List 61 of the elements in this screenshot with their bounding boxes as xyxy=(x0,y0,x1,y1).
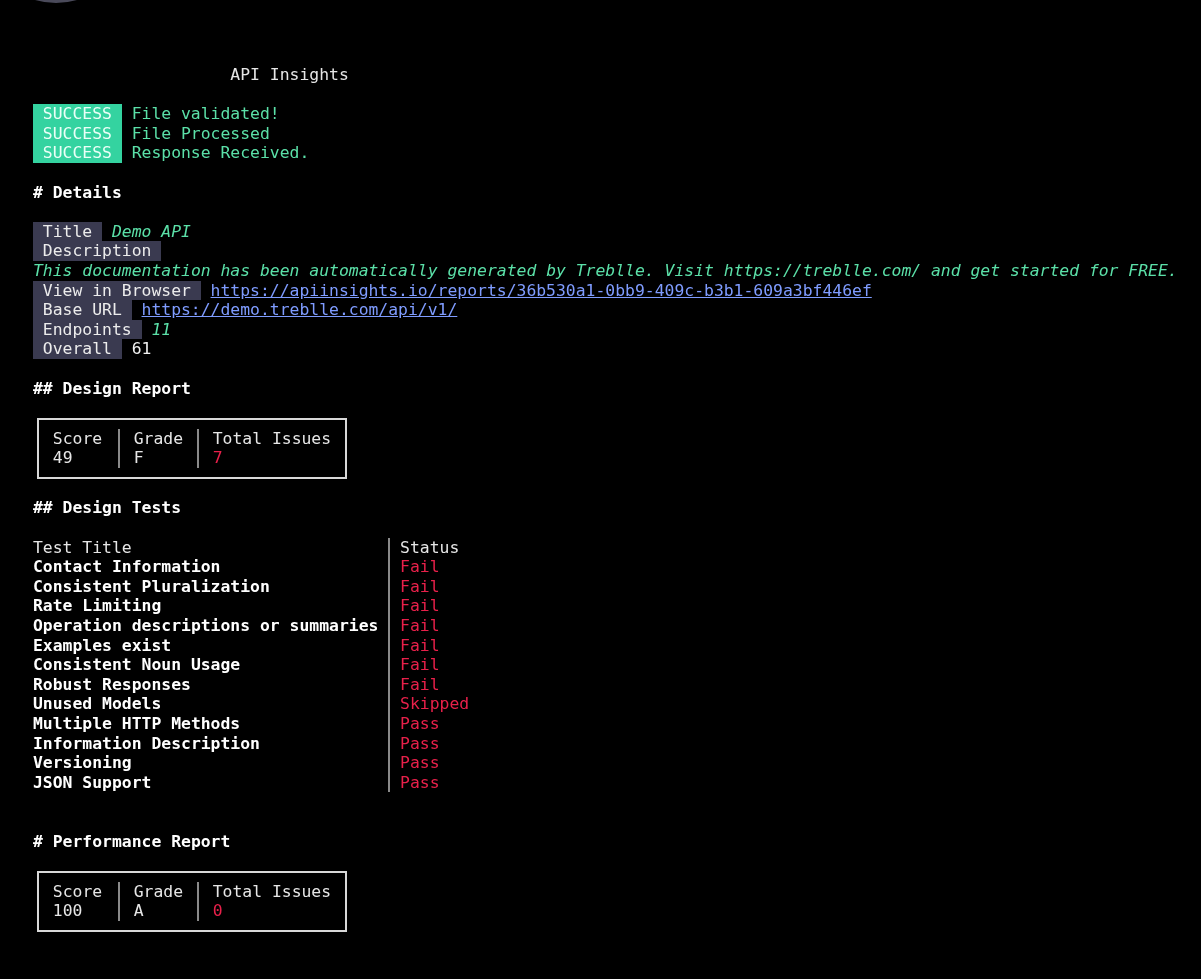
column-header: Score xyxy=(52,428,103,448)
test-title: Versioning xyxy=(33,753,132,773)
column-header: Grade xyxy=(133,881,184,901)
field-value: 11 xyxy=(151,319,172,340)
test-status: Fail xyxy=(400,616,440,636)
table-cell: A xyxy=(133,901,144,921)
test-title: Rate Limiting xyxy=(33,596,162,616)
section-heading: # Details xyxy=(33,182,122,203)
log-message: File validated! xyxy=(131,104,280,124)
section-heading: # Performance Report xyxy=(33,831,231,852)
section-heading: ## Design Tests xyxy=(33,498,182,519)
test-title: Examples exist xyxy=(33,635,172,655)
field-label: Title xyxy=(33,221,103,242)
column-header: Total Issues xyxy=(212,881,332,901)
test-status: Pass xyxy=(400,772,440,792)
test-status: Pass xyxy=(400,753,440,773)
test-status: Pass xyxy=(400,733,440,753)
app-title: API Insights xyxy=(230,65,349,85)
test-title: Operation descriptions or summaries xyxy=(33,616,379,636)
column-header: Test Title xyxy=(33,537,132,557)
test-status: Pass xyxy=(400,714,440,733)
field-label: View in Browser xyxy=(33,280,201,301)
section-heading: ## Design Report xyxy=(33,378,191,399)
table-cell: F xyxy=(133,448,144,468)
column-header: Total Issues xyxy=(212,428,332,448)
column-header: Grade xyxy=(133,428,184,448)
field-label: Description xyxy=(33,241,162,261)
url-link[interactable]: https://apiinsights.io/reports/36b530a1-0bb9-409c-b3b1-609a3bf446ef xyxy=(210,280,872,301)
field-value: 61 xyxy=(131,339,152,359)
url-link[interactable]: https://demo.treblle.com/api/v1/ xyxy=(141,300,458,320)
test-title: Multiple HTTP Methods xyxy=(33,714,241,733)
test-title: Information Description xyxy=(33,733,260,753)
test-title: Contact Information xyxy=(33,557,221,577)
table-cell: 100 xyxy=(52,901,83,921)
table-cell: 0 xyxy=(212,901,223,921)
test-status: Fail xyxy=(400,655,440,675)
test-title: Consistent Noun Usage xyxy=(33,655,241,675)
field-value: Demo API xyxy=(111,221,191,242)
field-value: This documentation has been automatically generated by Treblle. Visit https://treblle.com/ and get started for FREE. xyxy=(33,260,1178,281)
table-cell: 49 xyxy=(52,448,73,468)
test-status: Fail xyxy=(400,576,440,596)
field-label: Base URL xyxy=(33,300,132,320)
field-label: Overall xyxy=(33,339,122,359)
status-badge: SUCCESS xyxy=(33,143,122,163)
log-message: Response Received. xyxy=(131,143,310,163)
table-cell: 7 xyxy=(212,448,223,468)
test-title: JSON Support xyxy=(33,772,152,792)
test-status: Fail xyxy=(400,557,440,577)
test-title: Consistent Pluralization xyxy=(33,576,270,596)
column-header: Status xyxy=(400,537,460,557)
test-title: Unused Models xyxy=(33,694,162,714)
log-message: File Processed xyxy=(131,123,270,144)
status-badge: SUCCESS xyxy=(33,104,122,124)
test-status: Fail xyxy=(400,674,440,694)
test-status: Fail xyxy=(400,635,440,655)
test-status: Fail xyxy=(400,596,440,616)
test-status: Skipped xyxy=(400,694,470,714)
field-label: Endpoints xyxy=(33,319,142,340)
column-header: Score xyxy=(52,881,103,901)
test-title: Robust Responses xyxy=(33,674,191,694)
status-badge: SUCCESS xyxy=(33,123,122,144)
